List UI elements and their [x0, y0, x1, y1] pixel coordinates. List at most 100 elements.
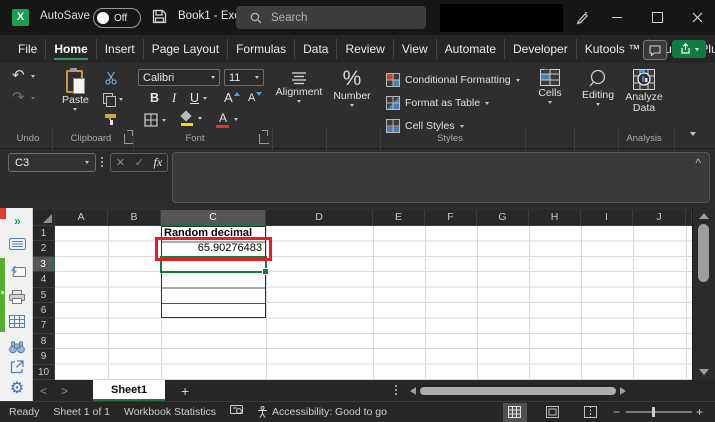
column-header-a[interactable]: A: [55, 210, 108, 226]
grow-font-button[interactable]: A: [224, 90, 240, 105]
pane-handle[interactable]: [0, 258, 5, 332]
column-header-b[interactable]: B: [108, 210, 161, 226]
paste-button[interactable]: Paste: [62, 69, 89, 111]
row-header-10[interactable]: 10: [33, 365, 55, 380]
row-header-5[interactable]: 5: [33, 288, 55, 303]
share-button[interactable]: [672, 40, 706, 58]
save-icon[interactable]: [152, 9, 167, 27]
prev-sheet-icon[interactable]: [33, 384, 54, 398]
redo-button[interactable]: ↷: [12, 91, 35, 105]
tab-home[interactable]: Home: [45, 39, 95, 59]
font-name-select[interactable]: Calibri: [138, 69, 220, 86]
column-header-h[interactable]: H: [529, 210, 581, 226]
name-box[interactable]: C3: [8, 153, 96, 172]
expand-pane-icon[interactable]: [8, 214, 26, 228]
row-header-8[interactable]: 8: [33, 334, 55, 349]
tab-view[interactable]: View: [393, 39, 436, 59]
alignment-button[interactable]: Alignment: [277, 71, 321, 103]
row-header-3[interactable]: 3: [33, 257, 55, 272]
sheet-tab-sheet1[interactable]: Sheet1: [93, 380, 165, 401]
copy-button[interactable]: [103, 93, 123, 106]
normal-view-button[interactable]: [503, 403, 527, 422]
font-color-button[interactable]: A: [216, 111, 238, 128]
display-settings-icon[interactable]: [230, 405, 243, 419]
export-icon[interactable]: [8, 360, 26, 377]
row-header-6[interactable]: 6: [33, 303, 55, 318]
zoom-out-icon[interactable]: [613, 405, 620, 419]
row-header-4[interactable]: 4: [33, 272, 55, 287]
tab-formulas[interactable]: Formulas: [227, 39, 294, 59]
analyze-data-button[interactable]: Analyze Data: [622, 69, 666, 114]
maximize-button[interactable]: [640, 0, 674, 35]
excel-app-icon[interactable]: [12, 9, 29, 26]
shrink-font-button[interactable]: A: [248, 92, 262, 104]
minimize-button[interactable]: [600, 0, 634, 35]
new-sheet-button[interactable]: [165, 383, 205, 399]
italic-button[interactable]: I: [172, 91, 176, 106]
binoculars-icon[interactable]: [8, 341, 26, 357]
cells-button[interactable]: Cells: [530, 69, 570, 104]
font-size-select[interactable]: 11: [224, 69, 264, 86]
tab-bar-resizer[interactable]: [395, 385, 398, 397]
column-header-i[interactable]: I: [581, 210, 633, 226]
tab-insert[interactable]: Insert: [96, 39, 143, 59]
column-header-e[interactable]: E: [373, 210, 425, 226]
worksheet-tools-icon[interactable]: [8, 238, 26, 253]
undo-button[interactable]: ↶: [12, 69, 35, 83]
tab-automate[interactable]: Automate: [436, 39, 504, 59]
tab-file[interactable]: File: [10, 39, 45, 59]
cut-button[interactable]: [104, 71, 118, 88]
select-all-corner[interactable]: [33, 210, 55, 226]
column-header-c[interactable]: C: [161, 210, 266, 226]
scroll-right-icon[interactable]: [620, 387, 626, 395]
zoom-slider-thumb[interactable]: [652, 407, 655, 417]
row-header-7[interactable]: 7: [33, 318, 55, 333]
conditional-formatting-button[interactable]: Conditional Formatting: [386, 70, 520, 90]
page-layout-view-button[interactable]: [541, 403, 565, 422]
underline-button[interactable]: U: [190, 91, 207, 105]
insert-function-button[interactable]: fx: [154, 155, 163, 170]
format-painter-button[interactable]: [104, 113, 119, 129]
gear-icon[interactable]: [8, 378, 26, 398]
format-as-table-button[interactable]: Format as Table: [386, 93, 489, 113]
formula-input[interactable]: [172, 152, 710, 203]
tab-review[interactable]: Review: [336, 39, 392, 59]
sheet-canvas[interactable]: Random decimal 65.90276483: [55, 226, 692, 380]
horizontal-scrollbar[interactable]: [410, 385, 642, 397]
collapse-ribbon-button[interactable]: [690, 125, 696, 139]
next-sheet-icon[interactable]: [54, 384, 75, 398]
tab-kutools[interactable]: Kutools ™: [576, 39, 648, 59]
zoom-slider[interactable]: [626, 411, 692, 413]
column-header-g[interactable]: G: [477, 210, 529, 226]
accessibility-button[interactable]: Accessibility: Good to go: [257, 406, 387, 418]
quick-pane-icon[interactable]: [8, 265, 26, 281]
name-box-resizer[interactable]: [101, 157, 104, 169]
autosave-toggle[interactable]: Off: [93, 8, 141, 28]
editing-button[interactable]: Editing: [578, 69, 618, 106]
zoom-in-icon[interactable]: [696, 405, 703, 419]
workbook-statistics-button[interactable]: Workbook Statistics: [124, 406, 216, 418]
tab-developer[interactable]: Developer: [504, 39, 576, 59]
column-header-d[interactable]: D: [266, 210, 373, 226]
comments-button[interactable]: [643, 40, 667, 60]
tab-data[interactable]: Data: [294, 39, 336, 59]
cancel-icon[interactable]: [116, 156, 125, 169]
column-header-f[interactable]: F: [425, 210, 477, 226]
bold-button[interactable]: B: [150, 91, 159, 105]
fill-color-button[interactable]: [180, 111, 202, 126]
close-button[interactable]: [680, 0, 714, 35]
collapse-formula-bar-icon[interactable]: [695, 156, 701, 170]
number-format-button[interactable]: % Number: [330, 69, 374, 107]
ink-pen-icon[interactable]: [565, 0, 599, 35]
scroll-down-icon[interactable]: [699, 369, 709, 375]
table-columns-icon[interactable]: [8, 315, 26, 331]
printer-icon[interactable]: [8, 290, 26, 307]
font-dialog-launcher-icon[interactable]: [259, 134, 269, 144]
search-input[interactable]: Search: [236, 6, 426, 29]
row-header-9[interactable]: 9: [33, 349, 55, 364]
scroll-up-icon[interactable]: [699, 213, 709, 219]
scroll-left-icon[interactable]: [410, 387, 416, 395]
column-header-j[interactable]: J: [633, 210, 686, 226]
fill-handle[interactable]: [262, 268, 269, 275]
page-break-preview-button[interactable]: [579, 403, 603, 422]
